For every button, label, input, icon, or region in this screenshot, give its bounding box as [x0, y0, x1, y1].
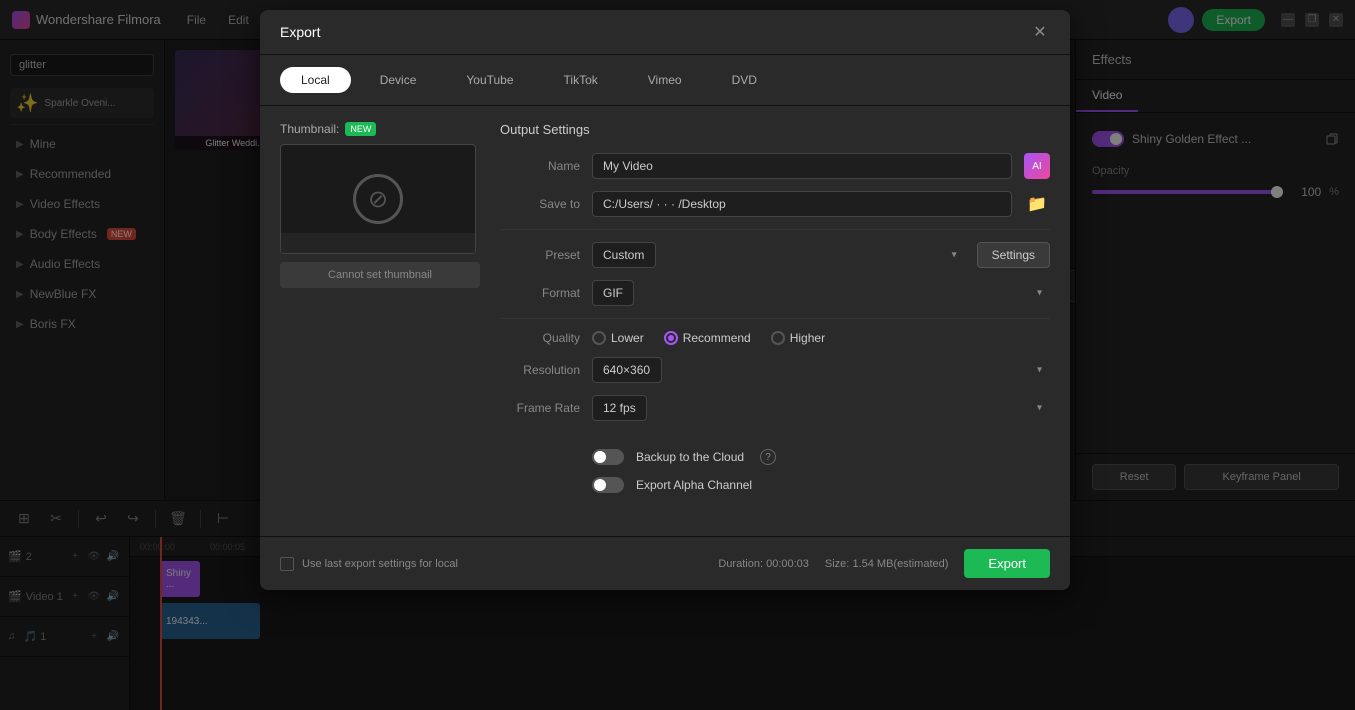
radio-lower	[592, 331, 606, 345]
name-label: Name	[500, 159, 580, 173]
preset-select[interactable]: Custom	[592, 242, 656, 268]
size-info: Size: 1.54 MB(estimated)	[825, 558, 949, 570]
export-modal: Export ✕ Local Device YouTube TikTok Vim…	[260, 10, 1070, 590]
tab-device[interactable]: Device	[359, 67, 438, 93]
settings-divider-1	[500, 229, 1050, 230]
name-row: Name AI	[500, 153, 1050, 179]
frame-rate-select-wrapper: 12 fps	[592, 395, 1050, 421]
thumbnail-new-badge: NEW	[345, 122, 376, 136]
ai-icon[interactable]: AI	[1024, 153, 1050, 179]
radio-higher	[771, 331, 785, 345]
use-last-settings-label: Use last export settings for local	[302, 558, 458, 570]
tab-dvd[interactable]: DVD	[711, 67, 778, 93]
modal-tabs: Local Device YouTube TikTok Vimeo DVD	[260, 55, 1070, 106]
tab-tiktok[interactable]: TikTok	[543, 67, 619, 93]
thumbnail-label: Thumbnail: NEW	[280, 122, 480, 136]
backup-toggle[interactable]	[592, 449, 624, 465]
quality-row: Quality Lower Recommend Higher	[500, 331, 1050, 345]
frame-rate-select[interactable]: 12 fps	[592, 395, 647, 421]
modal-header: Export ✕	[260, 10, 1070, 55]
format-select-wrapper: GIF	[592, 280, 1050, 306]
settings-divider-2	[500, 318, 1050, 319]
tab-youtube[interactable]: YouTube	[445, 67, 534, 93]
resolution-row: Resolution 640×360	[500, 357, 1050, 383]
modal-footer-left: Use last export settings for local	[280, 557, 458, 571]
preset-row: Preset Custom Settings	[500, 242, 1050, 268]
modal-footer: Use last export settings for local Durat…	[260, 536, 1070, 590]
help-icon[interactable]: ?	[760, 449, 776, 465]
backup-label: Backup to the Cloud	[636, 450, 744, 464]
export-alpha-label: Export Alpha Channel	[636, 478, 752, 492]
preset-label: Preset	[500, 248, 580, 262]
quality-recommend[interactable]: Recommend	[664, 331, 751, 345]
resolution-label: Resolution	[500, 363, 580, 377]
export-main-button[interactable]: Export	[964, 549, 1050, 578]
format-row: Format GIF	[500, 280, 1050, 306]
output-settings: Output Settings Name AI Save to 📁 Preset…	[500, 122, 1050, 520]
modal-body: Thumbnail: NEW ⊘ Cannot set thumbnail Ou…	[260, 106, 1070, 536]
modal-close-button[interactable]: ✕	[1030, 22, 1050, 42]
settings-button[interactable]: Settings	[977, 242, 1050, 268]
format-select[interactable]: GIF	[592, 280, 634, 306]
thumbnail-box: ⊘	[280, 144, 476, 254]
quality-options: Lower Recommend Higher	[592, 331, 825, 345]
export-alpha-toggle[interactable]	[592, 477, 624, 493]
quality-higher[interactable]: Higher	[771, 331, 825, 345]
cannot-set-thumbnail-button[interactable]: Cannot set thumbnail	[280, 262, 480, 288]
tab-local[interactable]: Local	[280, 67, 351, 93]
name-input[interactable]	[592, 153, 1012, 179]
frame-rate-label: Frame Rate	[500, 401, 580, 415]
format-label: Format	[500, 286, 580, 300]
output-title: Output Settings	[500, 122, 1050, 137]
thumbnail-bottom-strip	[281, 233, 475, 253]
export-alpha-toggle-row: Export Alpha Channel	[500, 477, 1050, 493]
modal-title: Export	[280, 24, 320, 40]
backup-toggle-row: Backup to the Cloud ?	[500, 449, 1050, 465]
preset-select-wrapper: Custom	[592, 242, 965, 268]
radio-inner	[668, 335, 674, 341]
folder-icon-button[interactable]: 📁	[1024, 191, 1050, 217]
save-to-input[interactable]	[592, 191, 1012, 217]
thumbnail-placeholder-icon: ⊘	[353, 174, 403, 224]
frame-rate-row: Frame Rate 12 fps	[500, 395, 1050, 421]
use-last-settings-checkbox[interactable]	[280, 557, 294, 571]
quality-label: Quality	[500, 331, 580, 345]
save-to-label: Save to	[500, 197, 580, 211]
resolution-select[interactable]: 640×360	[592, 357, 662, 383]
tab-vimeo[interactable]: Vimeo	[627, 67, 703, 93]
radio-recommend	[664, 331, 678, 345]
quality-lower[interactable]: Lower	[592, 331, 644, 345]
thumbnail-section: Thumbnail: NEW ⊘ Cannot set thumbnail	[280, 122, 480, 520]
duration-info: Duration: 00:00:03	[718, 558, 809, 570]
save-to-row: Save to 📁	[500, 191, 1050, 217]
resolution-select-wrapper: 640×360	[592, 357, 1050, 383]
